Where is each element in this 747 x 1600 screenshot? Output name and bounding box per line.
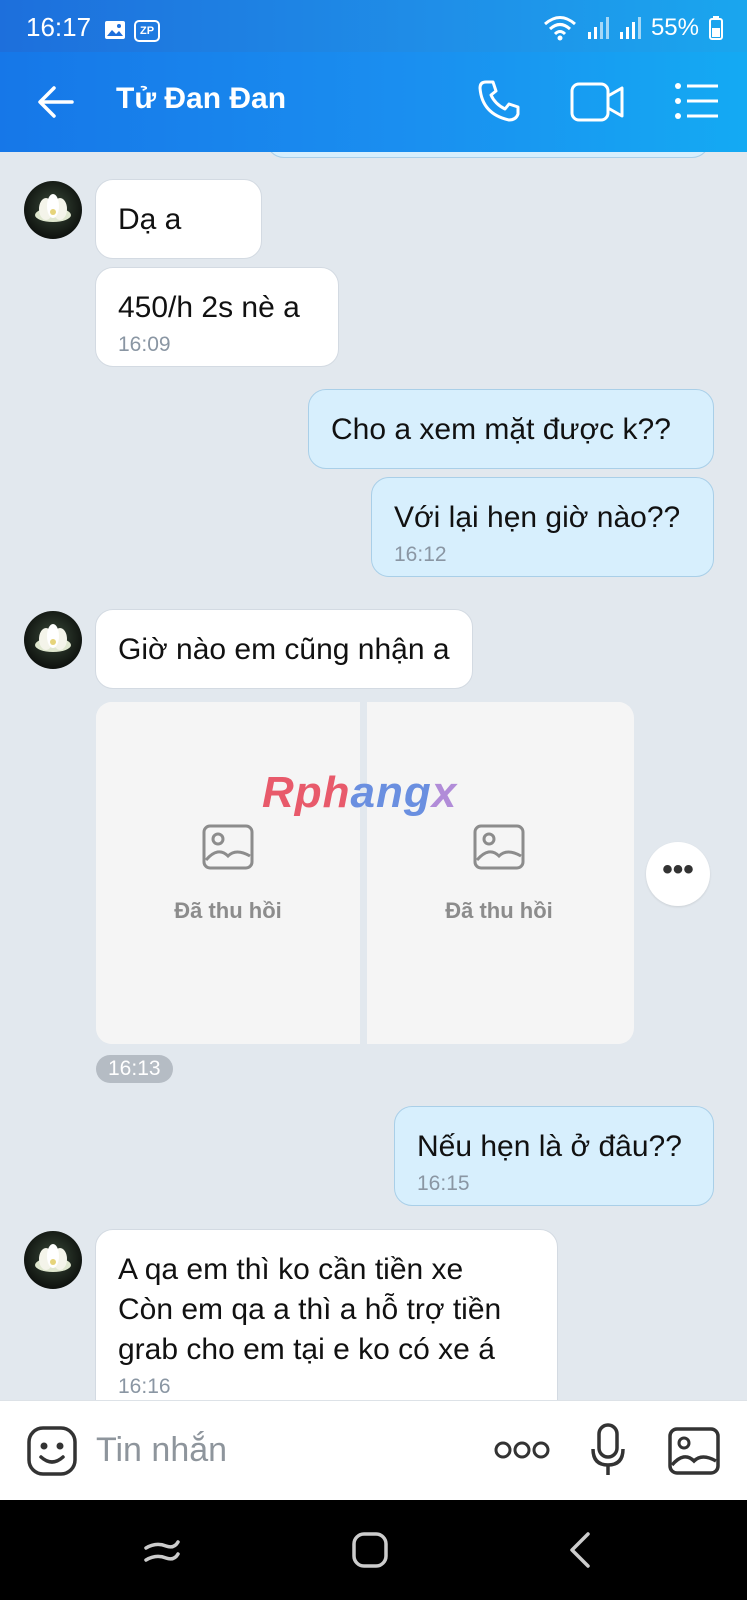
- microphone-icon[interactable]: [590, 1423, 626, 1479]
- chat-header: Tử Đan Đan: [0, 52, 747, 152]
- battery-icon: [709, 16, 723, 40]
- sticker-emoji-icon[interactable]: [26, 1425, 78, 1477]
- message-bubble-outgoing[interactable]: Cho a xem mặt được k??: [308, 389, 714, 469]
- message-time: 16:12: [394, 543, 447, 566]
- photo-message-time: 16:13: [96, 1055, 173, 1083]
- message-text: 450/h 2s nè a: [118, 291, 300, 324]
- phone-icon[interactable]: [476, 78, 522, 124]
- zp-notification-icon: ZP: [134, 20, 160, 42]
- signal-icon-2: [619, 17, 641, 39]
- battery-percent: 55%: [650, 14, 699, 41]
- contact-avatar[interactable]: [24, 611, 82, 669]
- message-time: 16:15: [417, 1172, 470, 1195]
- more-options-icon[interactable]: [494, 1439, 550, 1461]
- contact-name[interactable]: Tử Đan Đan: [116, 82, 286, 116]
- message-list[interactable]: Dạ a 450/h 2s nè a 16:09 Cho a xem mặt đ…: [0, 152, 747, 1400]
- message-text-line: Còn em qa a thì a hỗ trợ tiền: [118, 1293, 502, 1326]
- message-text-line: A qa em thì ko cần tiền xe: [118, 1253, 464, 1286]
- message-input-bar: Tin nhắn: [0, 1400, 747, 1501]
- message-text: Dạ a: [118, 203, 182, 236]
- contact-avatar[interactable]: [24, 181, 82, 239]
- recalled-label: Đã thu hồi: [445, 898, 553, 923]
- message-text: Cho a xem mặt được k??: [331, 413, 671, 446]
- lotus-avatar-image: [35, 624, 71, 652]
- home-icon[interactable]: [350, 1530, 390, 1570]
- message-bubble-incoming[interactable]: 450/h 2s nè a 16:09: [95, 267, 339, 367]
- gallery-notification-icon: [105, 21, 125, 39]
- image-placeholder-icon: [473, 824, 525, 870]
- contact-avatar[interactable]: [24, 1231, 82, 1289]
- image-gallery-icon[interactable]: [668, 1427, 720, 1475]
- message-time: 16:09: [118, 333, 171, 356]
- system-navigation-bar: [0, 1500, 747, 1600]
- recalled-label: Đã thu hồi: [174, 898, 282, 923]
- recalled-photo-tile[interactable]: Đã thu hồi: [96, 702, 360, 1044]
- recent-apps-icon[interactable]: [142, 1530, 182, 1570]
- recalled-photo-tile[interactable]: Đã thu hồi: [367, 702, 631, 1044]
- video-call-icon[interactable]: [570, 80, 624, 124]
- watermark-logo: Rphangx: [262, 768, 458, 817]
- lotus-avatar-image: [35, 194, 71, 222]
- more-options-button[interactable]: •••: [646, 842, 710, 906]
- message-bubble-incoming[interactable]: Dạ a: [95, 179, 262, 259]
- wifi-icon: [543, 16, 576, 41]
- lotus-avatar-image: [35, 1244, 71, 1272]
- menu-list-icon[interactable]: [674, 80, 720, 122]
- signal-icon-1: [587, 17, 609, 39]
- message-text: Với lại hẹn giờ nào??: [394, 501, 681, 534]
- message-bubble-incoming[interactable]: A qa em thì ko cần tiền xe Còn em qa a t…: [95, 1229, 558, 1400]
- nav-back-icon[interactable]: [566, 1530, 596, 1570]
- message-bubble-outgoing[interactable]: Với lại hẹn giờ nào?? 16:12: [371, 477, 714, 577]
- message-bubble-outgoing[interactable]: Nếu hẹn là ở đâu?? 16:15: [394, 1106, 714, 1206]
- message-text-line: grab cho em tại e ko có xe á: [118, 1333, 495, 1366]
- photo-divider: [360, 702, 367, 1044]
- message-input[interactable]: Tin nhắn: [96, 1431, 227, 1470]
- message-text: Giờ nào em cũng nhận a: [118, 633, 450, 666]
- message-bubble-incoming[interactable]: Giờ nào em cũng nhận a: [95, 609, 473, 689]
- previous-outgoing-bubble: [266, 152, 710, 158]
- status-indicators: 55%: [543, 14, 723, 42]
- photo-message[interactable]: Đã thu hồi Đã thu hồi: [96, 702, 634, 1044]
- image-placeholder-icon: [202, 824, 254, 870]
- status-time: 16:17: [26, 12, 92, 42]
- back-arrow-icon[interactable]: [36, 82, 76, 122]
- message-text: Nếu hẹn là ở đâu??: [417, 1130, 682, 1163]
- message-time: 16:16: [118, 1375, 171, 1398]
- status-bar: 16:17 ZP 55%: [0, 0, 747, 52]
